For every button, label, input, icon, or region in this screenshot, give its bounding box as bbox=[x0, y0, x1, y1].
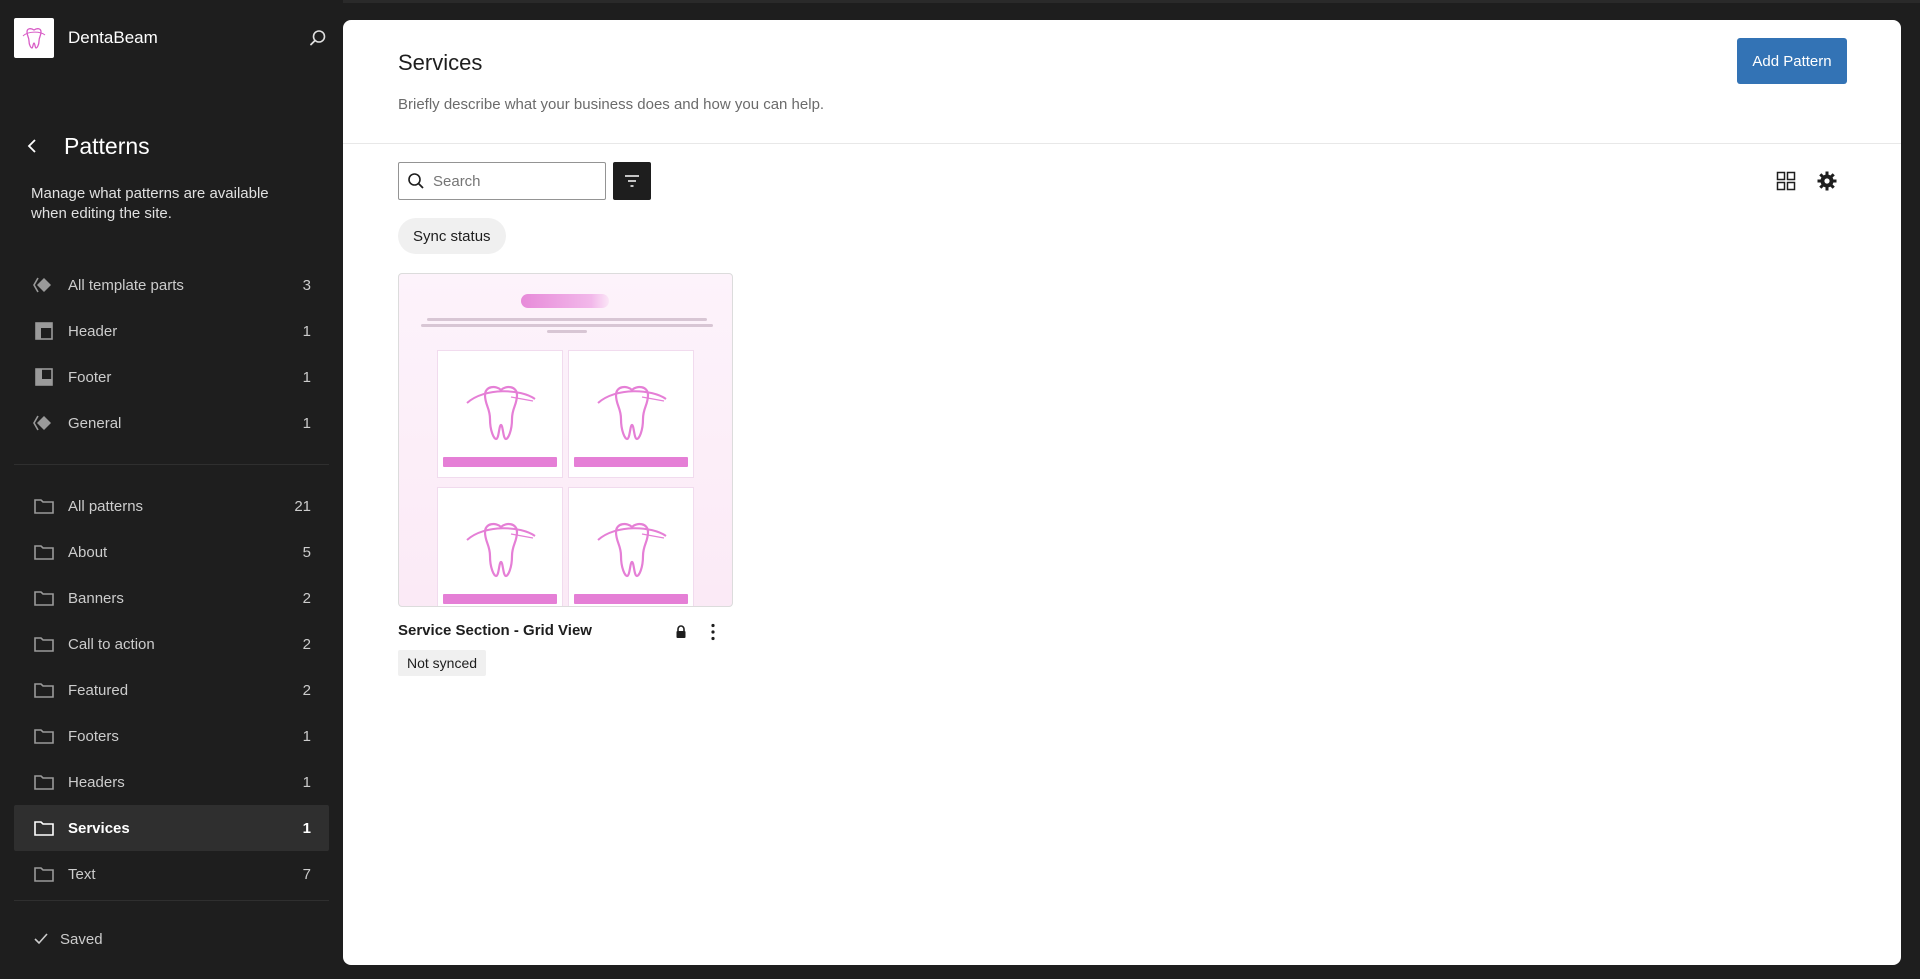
search-icon[interactable] bbox=[306, 26, 330, 50]
nav-item-label: All patterns bbox=[68, 497, 144, 515]
template-parts-icon bbox=[32, 273, 56, 297]
add-pattern-button[interactable]: Add Pattern bbox=[1737, 38, 1847, 84]
pattern-preview[interactable] bbox=[398, 273, 733, 607]
sidebar-divider bbox=[14, 900, 329, 901]
check-icon bbox=[32, 930, 50, 948]
screen-title: Patterns bbox=[64, 132, 150, 159]
nav-item-all-patterns[interactable]: All patterns 21 bbox=[14, 483, 329, 529]
pattern-categories-list: All patterns 21 About 5 Banners 2 Call t… bbox=[14, 483, 329, 897]
chevron-left-icon[interactable] bbox=[20, 132, 44, 160]
nav-item-label: Text bbox=[68, 865, 96, 883]
footer-icon bbox=[32, 365, 56, 389]
preview-service-tile bbox=[568, 350, 694, 478]
main-panel: Services Briefly describe what your busi… bbox=[343, 20, 1901, 965]
filter-button[interactable] bbox=[613, 162, 651, 200]
folder-icon bbox=[32, 678, 56, 702]
nav-item-count: 21 bbox=[294, 497, 311, 515]
sync-status-badge: Not synced bbox=[398, 650, 487, 676]
nav-item-label: Featured bbox=[68, 681, 129, 699]
nav-item-header[interactable]: Header 1 bbox=[14, 308, 329, 354]
nav-item-count: 1 bbox=[302, 322, 311, 340]
template-parts-icon bbox=[32, 411, 56, 435]
screen-description: Manage what patterns are available when … bbox=[31, 185, 269, 222]
nav-item-label: Headers bbox=[68, 773, 125, 791]
sidebar: DentaBeam Patterns Manage what patterns … bbox=[0, 0, 343, 979]
grid-layout-icon[interactable] bbox=[1773, 168, 1799, 194]
tooth-icon bbox=[597, 385, 667, 441]
header-icon bbox=[32, 319, 56, 343]
folder-icon bbox=[32, 724, 56, 748]
filter-icon bbox=[625, 175, 639, 187]
tooth-icon bbox=[597, 522, 667, 578]
nav-item-label: Services bbox=[68, 819, 130, 837]
folder-icon bbox=[32, 862, 56, 886]
nav-item-count: 3 bbox=[302, 276, 311, 294]
gear-icon[interactable] bbox=[1814, 168, 1840, 194]
folder-icon bbox=[32, 586, 56, 610]
nav-item-services[interactable]: Services 1 bbox=[14, 805, 329, 851]
nav-item-count: 1 bbox=[302, 773, 311, 791]
nav-item-count: 2 bbox=[302, 635, 311, 653]
preview-paragraph bbox=[417, 315, 717, 341]
nav-item-label: About bbox=[68, 543, 108, 561]
nav-item-label: Call to action bbox=[68, 635, 155, 653]
page-header: Services Briefly describe what your busi… bbox=[343, 20, 1901, 144]
folder-icon bbox=[32, 632, 56, 656]
folder-icon bbox=[32, 494, 56, 518]
save-status: Saved bbox=[32, 930, 103, 948]
page-description: Briefly describe what your business does… bbox=[398, 96, 825, 113]
save-status-label: Saved bbox=[60, 930, 103, 948]
sidebar-divider bbox=[14, 464, 329, 465]
nav-item-label: Footer bbox=[68, 368, 112, 386]
nav-item-featured[interactable]: Featured 2 bbox=[14, 667, 329, 713]
sync-status-filter[interactable]: Sync status bbox=[398, 218, 506, 254]
more-actions-icon[interactable] bbox=[703, 620, 723, 644]
tooth-icon bbox=[466, 522, 536, 578]
nav-item-footers[interactable]: Footers 1 bbox=[14, 713, 329, 759]
nav-item-banners[interactable]: Banners 2 bbox=[14, 575, 329, 621]
lock-icon bbox=[673, 624, 689, 640]
tooth-logo-icon bbox=[22, 28, 46, 49]
template-parts-list: All template parts 3 Header 1 Footer 1 G… bbox=[14, 262, 329, 446]
folder-icon bbox=[32, 770, 56, 794]
nav-item-text[interactable]: Text 7 bbox=[14, 851, 329, 897]
page-title: Services bbox=[398, 50, 483, 75]
nav-item-count: 1 bbox=[302, 414, 311, 432]
nav-item-count: 1 bbox=[302, 727, 311, 745]
screen-header: Patterns bbox=[20, 132, 150, 160]
nav-item-label: All template parts bbox=[68, 276, 184, 294]
tooth-icon bbox=[466, 385, 536, 441]
nav-item-count: 2 bbox=[302, 681, 311, 699]
preview-service-tile bbox=[437, 487, 563, 606]
nav-item-call-to-action[interactable]: Call to action 2 bbox=[14, 621, 329, 667]
site-logo[interactable] bbox=[14, 18, 54, 58]
nav-item-count: 7 bbox=[302, 865, 311, 883]
preview-section-heading bbox=[521, 294, 609, 308]
nav-item-general[interactable]: General 1 bbox=[14, 400, 329, 446]
nav-item-count: 5 bbox=[302, 543, 311, 561]
site-title[interactable]: DentaBeam bbox=[68, 28, 158, 48]
nav-item-headers[interactable]: Headers 1 bbox=[14, 759, 329, 805]
search-input[interactable] bbox=[433, 172, 593, 190]
nav-item-label: Header bbox=[68, 322, 118, 340]
nav-item-about[interactable]: About 5 bbox=[14, 529, 329, 575]
nav-item-count: 2 bbox=[302, 589, 311, 607]
nav-item-label: Footers bbox=[68, 727, 119, 745]
search-field[interactable] bbox=[398, 162, 606, 200]
nav-item-all-template-parts[interactable]: All template parts 3 bbox=[14, 262, 329, 308]
folder-icon bbox=[32, 816, 56, 840]
nav-item-count: 1 bbox=[302, 368, 311, 386]
preview-service-tile bbox=[437, 350, 563, 478]
nav-item-label: Banners bbox=[68, 589, 124, 607]
site-hub: DentaBeam bbox=[14, 18, 330, 58]
nav-item-label: General bbox=[68, 414, 122, 432]
folder-icon bbox=[32, 540, 56, 564]
pattern-title[interactable]: Service Section - Grid View bbox=[398, 622, 592, 639]
nav-item-count: 1 bbox=[302, 819, 311, 837]
preview-service-tile bbox=[568, 487, 694, 606]
search-icon bbox=[408, 173, 424, 189]
nav-item-footer[interactable]: Footer 1 bbox=[14, 354, 329, 400]
